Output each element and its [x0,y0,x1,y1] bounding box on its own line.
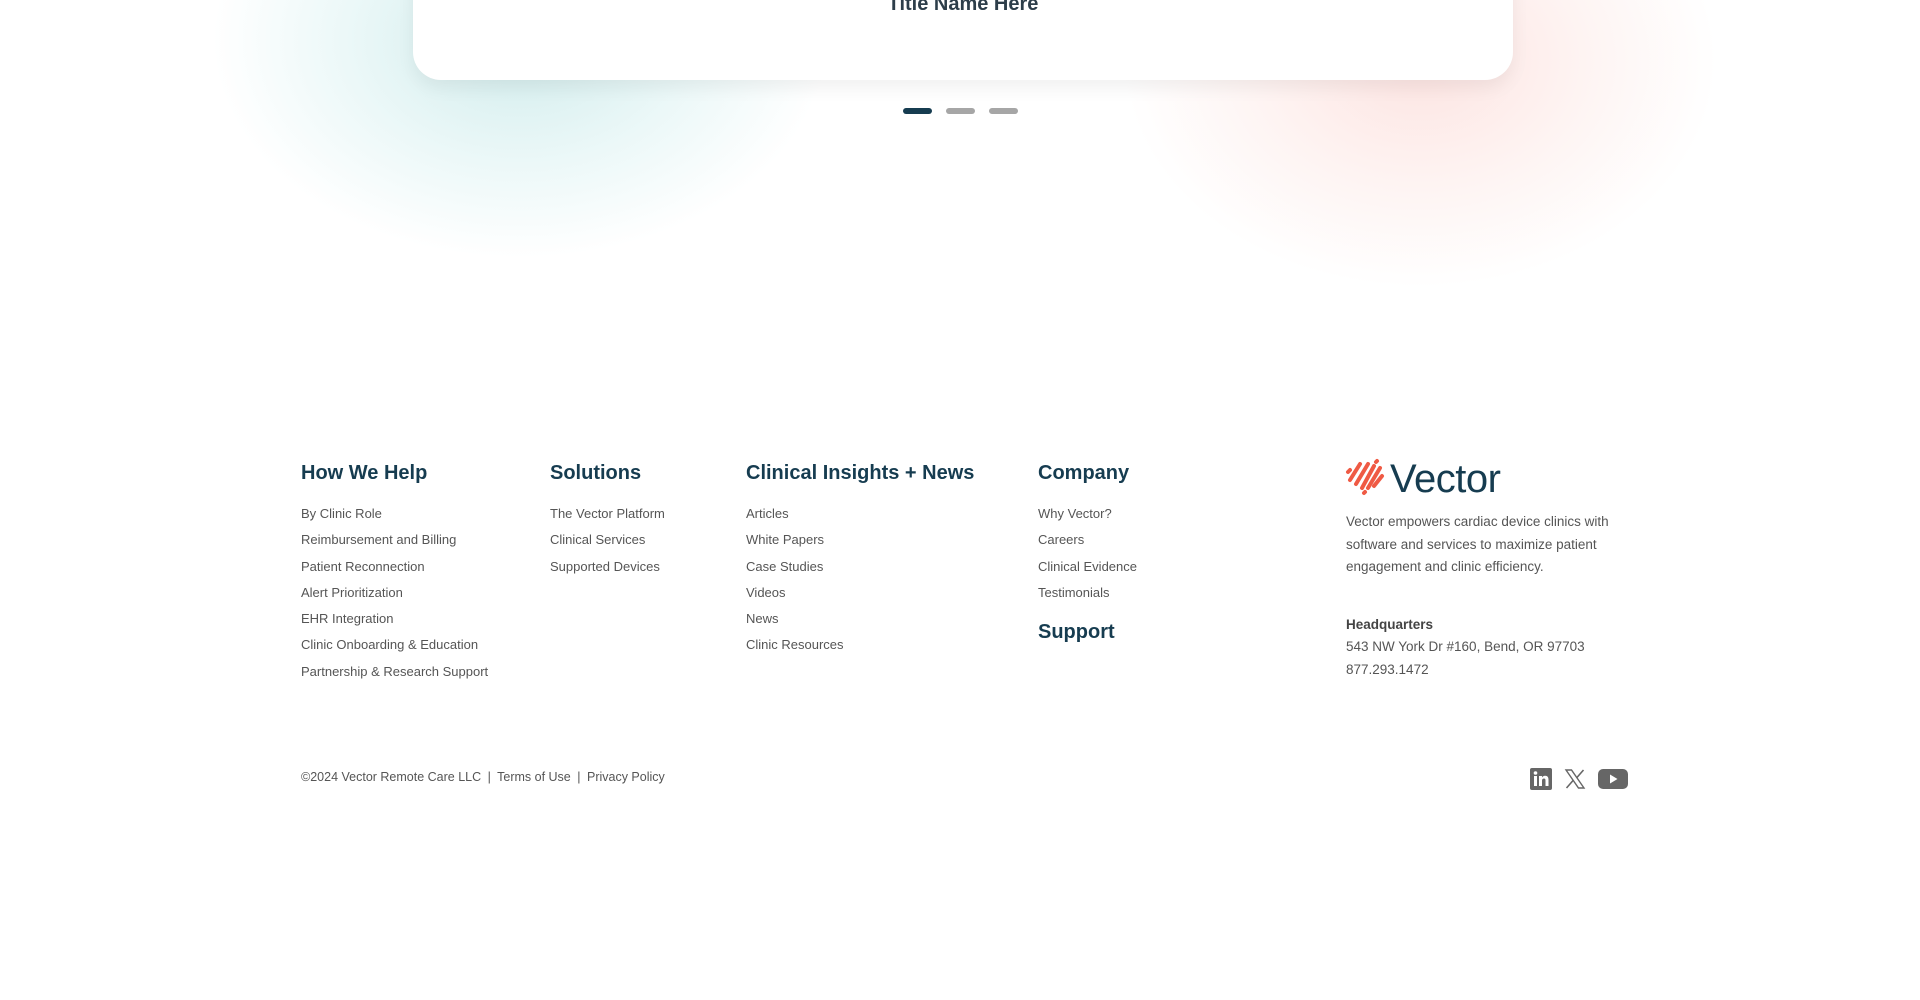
brand-description: Vector empowers cardiac device clinics w… [1346,514,1609,574]
phone-number[interactable]: 877.293.1472 [1346,661,1644,678]
footer-legal: ©2024 Vector Remote Care LLC | Terms of … [301,770,665,784]
footer-link[interactable]: Alert Prioritization [301,580,488,606]
vector-logo[interactable]: Vector [1344,457,1644,501]
footer-link[interactable]: EHR Integration [301,606,488,632]
column-heading[interactable]: Clinical Insights + News [746,461,974,485]
footer-link[interactable]: Clinic Onboarding & Education [301,632,488,658]
youtube-icon[interactable] [1598,768,1628,790]
footer-link[interactable]: By Clinic Role [301,501,488,527]
footer-link[interactable]: News [746,606,974,632]
footer-link[interactable]: Clinical Evidence [1038,554,1137,580]
footer-brand: Vector Vector empowers cardiac device cl… [1344,457,1644,678]
footer-link[interactable]: Case Studies [746,554,974,580]
social-links [1530,768,1628,790]
privacy-policy-link[interactable]: Privacy Policy [587,770,665,784]
footer-link[interactable]: Clinical Services [550,527,665,553]
column-heading[interactable]: How We Help [301,461,488,485]
column-heading[interactable]: Company [1038,461,1137,485]
headquarters-label: Headquarters [1346,616,1434,632]
separator: | [487,770,491,784]
footer-link[interactable]: Articles [746,501,974,527]
column-heading[interactable]: Solutions [550,461,665,485]
copyright-text: ©2024 Vector Remote Care LLC [301,770,482,784]
footer-link[interactable]: Reimbursement and Billing [301,527,488,553]
footer-link[interactable]: Supported Devices [550,554,665,580]
footer-column-solutions: Solutions The Vector Platform Clinical S… [550,461,665,580]
headquarters-address: 543 NW York Dr #160, Bend, OR 97703 [1346,638,1585,654]
footer-link[interactable]: Why Vector? [1038,501,1137,527]
terms-of-use-link[interactable]: Terms of Use [497,770,571,784]
footer-link[interactable]: Videos [746,580,974,606]
linkedin-icon[interactable] [1530,768,1552,790]
x-twitter-icon[interactable] [1564,768,1586,790]
footer-column-clinical-insights: Clinical Insights + News Articles White … [746,461,974,659]
footer-column-company: Company Why Vector? Careers Clinical Evi… [1038,461,1137,660]
support-heading-link[interactable]: Support [1038,620,1137,644]
logo-wordmark: Vector [1390,457,1501,501]
footer-link[interactable]: Testimonials [1038,580,1137,606]
footer-link[interactable]: Patient Reconnection [301,554,488,580]
footer-link[interactable]: Partnership & Research Support [301,659,488,685]
footer-column-how-we-help: How We Help By Clinic Role Reimbursement… [301,461,488,685]
vector-logo-mark-icon [1344,458,1386,501]
separator: | [577,770,581,784]
site-footer: How We Help By Clinic Role Reimbursement… [0,0,1920,1000]
footer-link[interactable]: Careers [1038,527,1137,553]
footer-link[interactable]: White Papers [746,527,974,553]
footer-link[interactable]: Clinic Resources [746,632,974,658]
footer-link[interactable]: The Vector Platform [550,501,665,527]
